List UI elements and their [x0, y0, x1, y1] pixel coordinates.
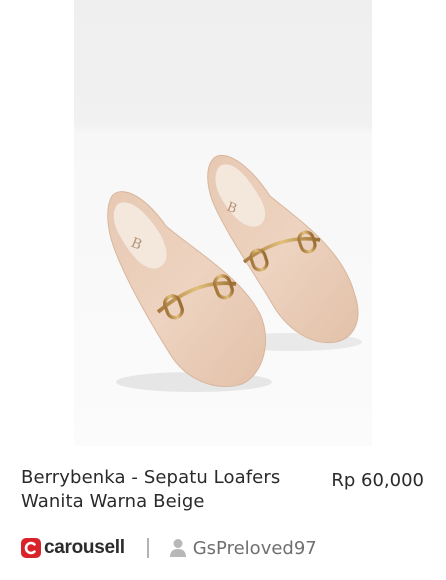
listing-card[interactable]: B B Berrybenka - Sepatu Loafers Wanita W…: [0, 0, 446, 580]
carousell-brand[interactable]: carousell: [21, 537, 125, 559]
listing-price: Rp 60,000: [331, 470, 424, 491]
user-icon: [169, 539, 186, 557]
seller-link[interactable]: GsPreloved97: [169, 538, 317, 559]
product-photo[interactable]: B B: [74, 0, 372, 446]
listing-title[interactable]: Berrybenka - Sepatu Loafers Wanita Warna…: [21, 466, 311, 514]
listing-footer: carousell GsPreloved97: [21, 533, 317, 563]
loafers-image: B B: [74, 0, 372, 446]
footer-divider: [146, 538, 149, 558]
brand-name: carousell: [44, 537, 125, 558]
carousell-logo-icon: [21, 538, 41, 558]
seller-name: GsPreloved97: [192, 537, 317, 559]
